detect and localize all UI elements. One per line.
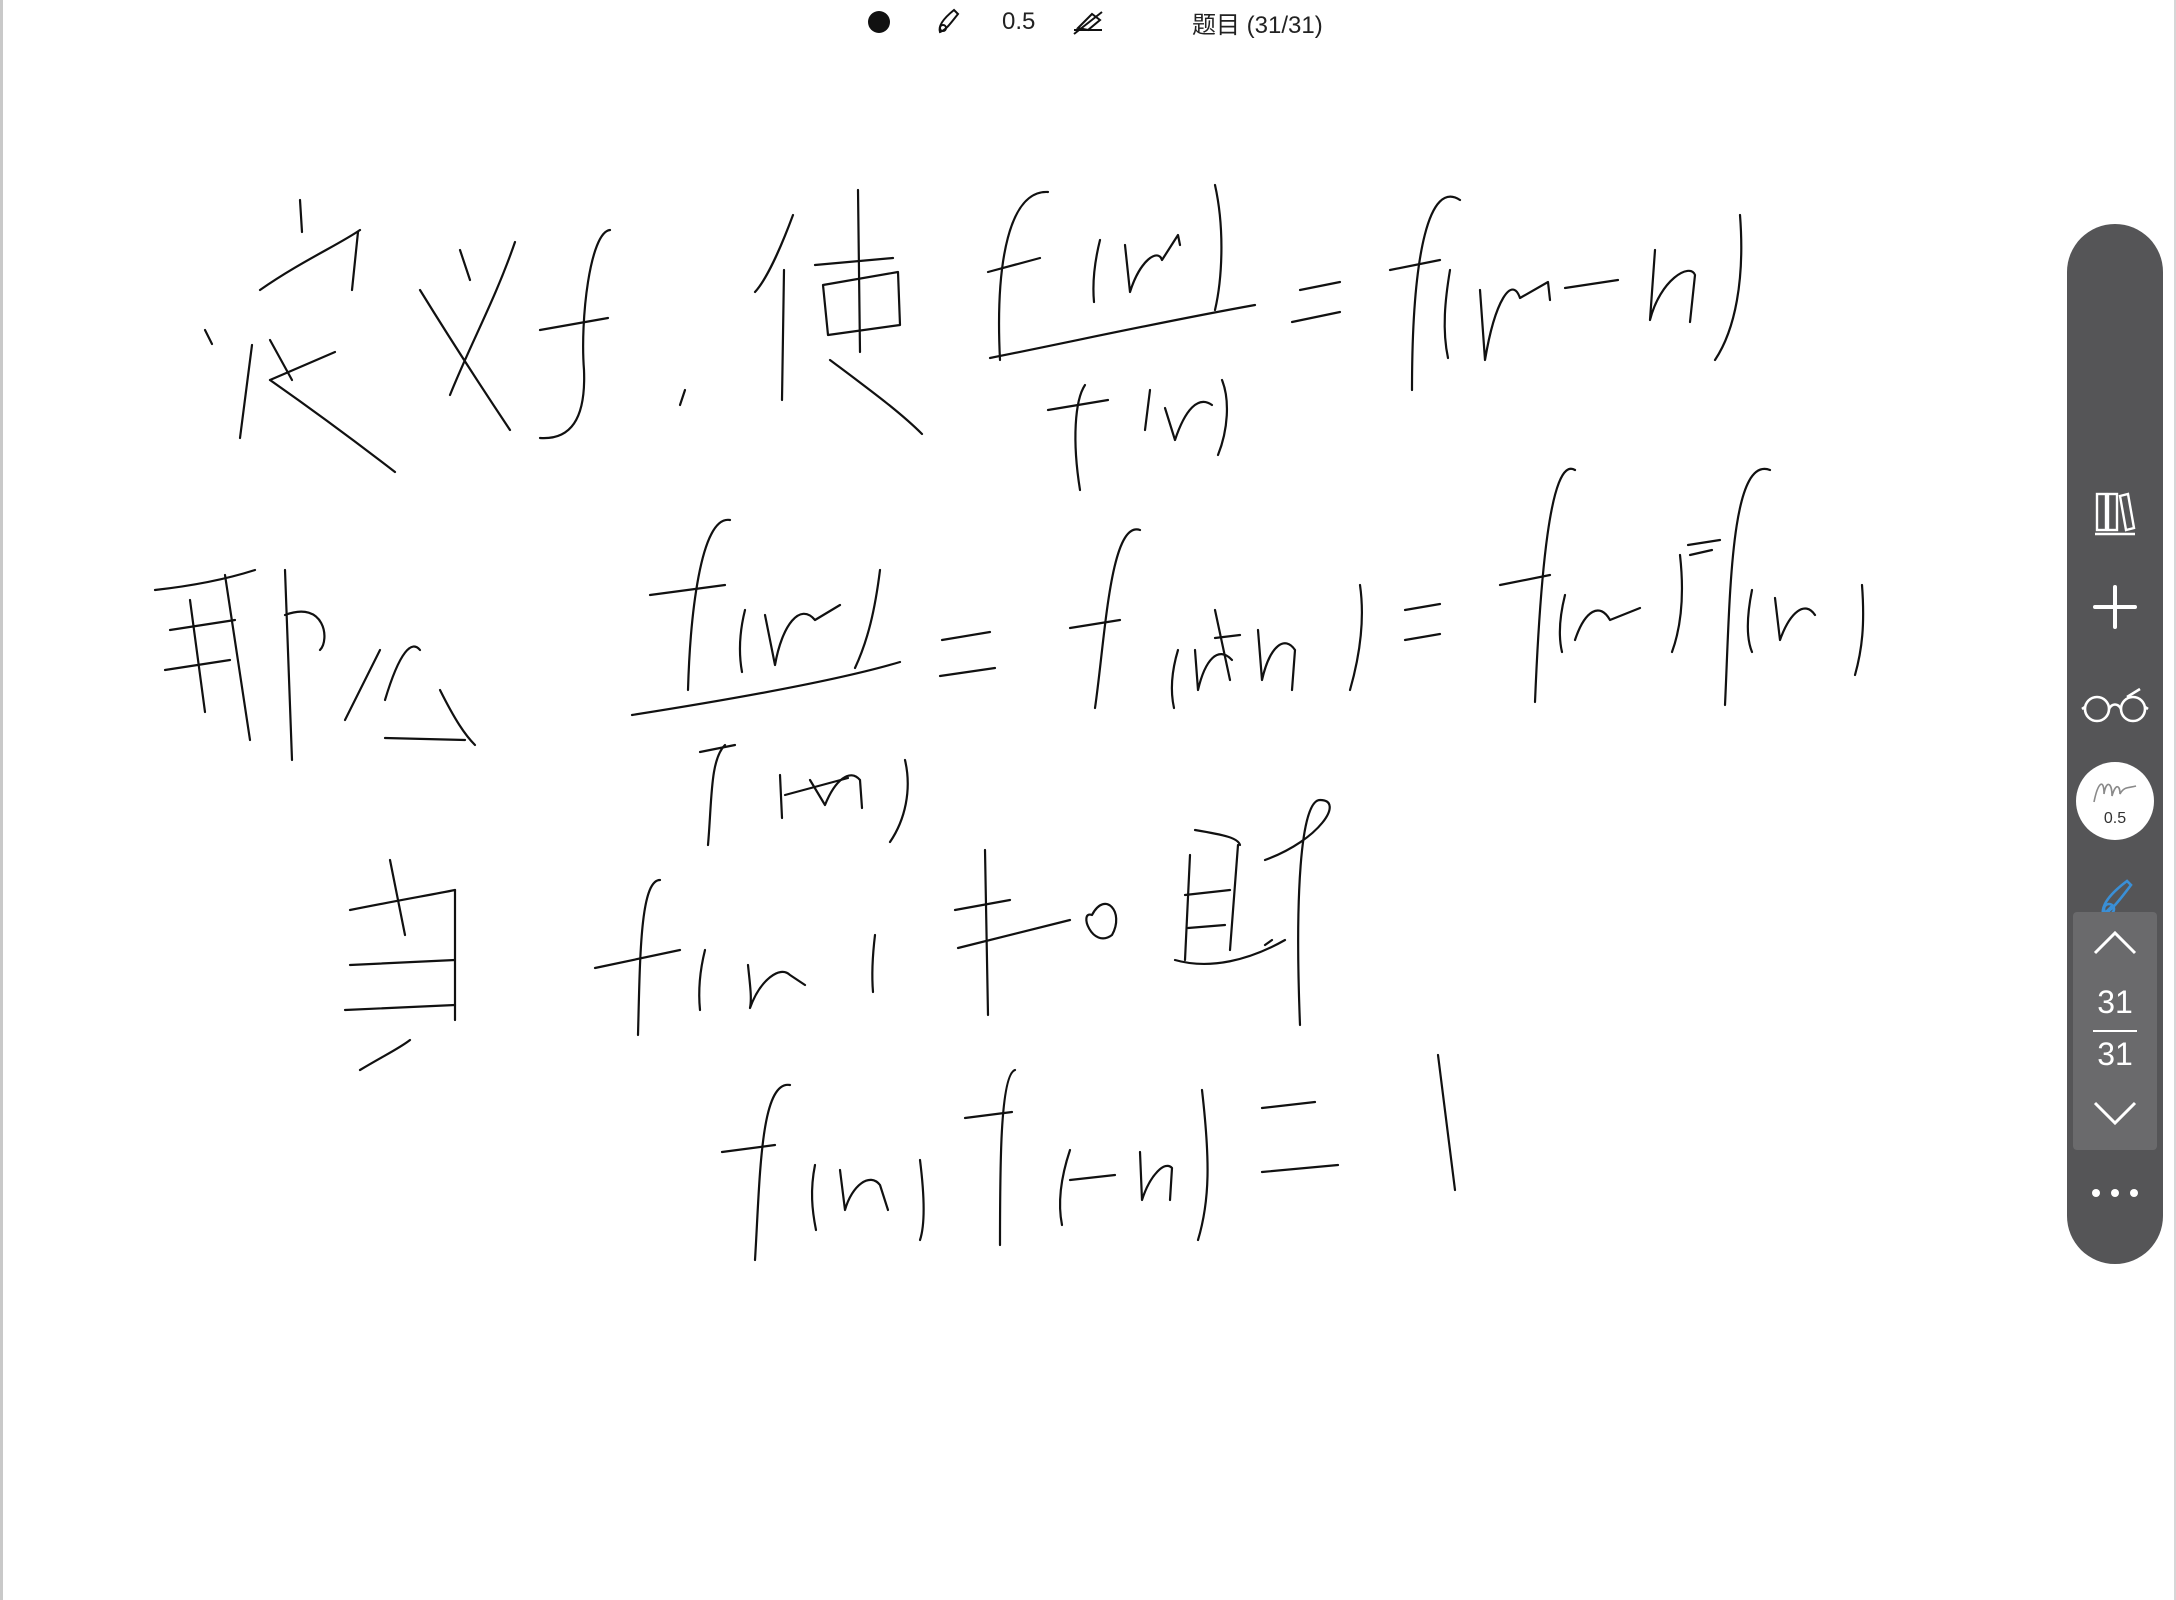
line-4-ink — [720, 1053, 1457, 1262]
page-up-button[interactable] — [2073, 920, 2157, 968]
line-3-ink — [343, 798, 1331, 1072]
page-divider — [2093, 1030, 2137, 1032]
pen-preview-icon — [2090, 772, 2140, 813]
page-navigator: 31 31 — [2073, 912, 2157, 1150]
more-button[interactable] — [2067, 1150, 2163, 1240]
add-page-button[interactable] — [2067, 564, 2163, 654]
page-down-button[interactable] — [2073, 1092, 2157, 1140]
more-icon — [2090, 1186, 2140, 1204]
page-up-icon — [2091, 927, 2139, 962]
line-1-ink — [203, 183, 1743, 492]
page-down-icon — [2091, 1099, 2139, 1134]
line-2-ink — [153, 467, 1865, 847]
pen-preview-size: 0.5 — [2103, 810, 2127, 827]
total-pages-number: 31 — [2097, 1036, 2133, 1072]
pen-preview-button[interactable]: 0.5 — [2076, 762, 2154, 840]
side-toolbar: 0.5 31 31 — [2067, 224, 2163, 1264]
glasses-icon — [2080, 687, 2150, 732]
library-button[interactable] — [2067, 470, 2163, 560]
current-page-number: 31 — [2097, 984, 2133, 1020]
handwriting-canvas[interactable] — [0, 0, 2060, 1600]
read-mode-button[interactable] — [2067, 664, 2163, 754]
add-icon — [2091, 583, 2139, 636]
library-icon — [2091, 488, 2139, 543]
